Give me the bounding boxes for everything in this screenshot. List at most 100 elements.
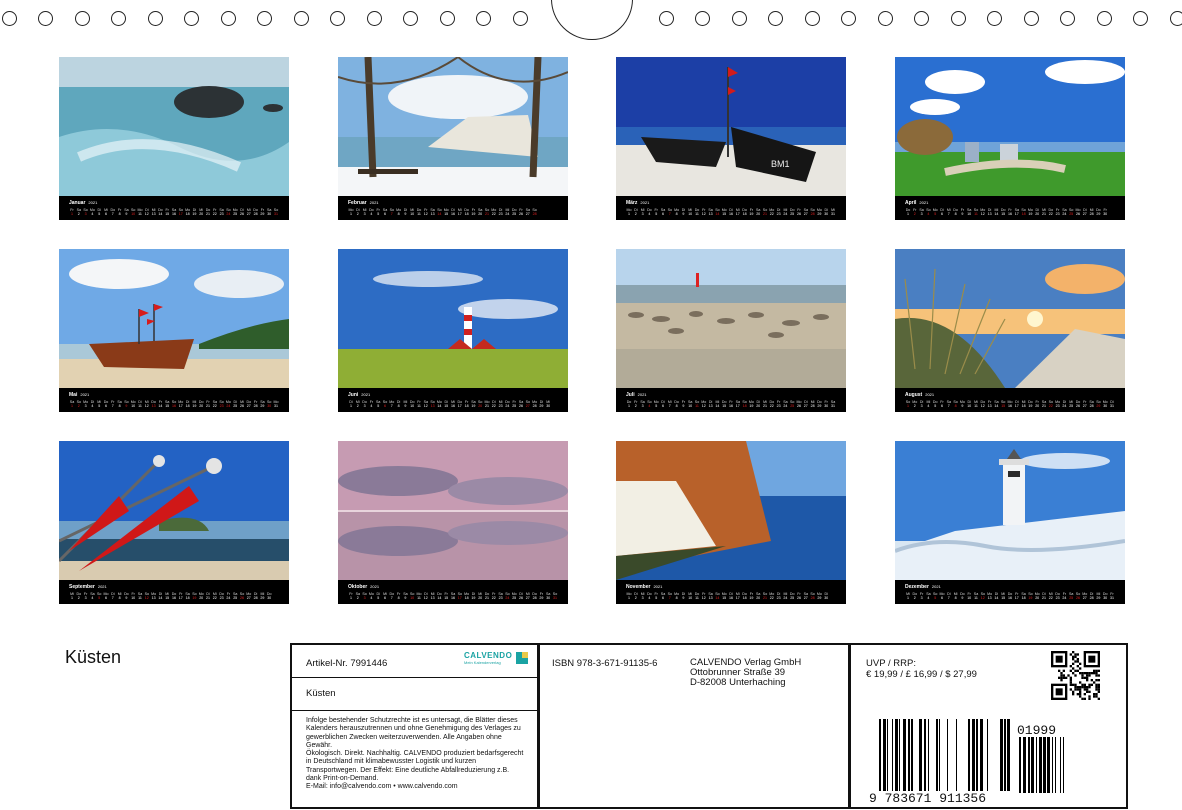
calendar-day: Mi 24 <box>783 208 788 216</box>
calendar-day: Mi 3 <box>640 592 645 600</box>
month-calendar: Juli 2021 Do 1 Fr 2 Sa 3 So 4 Mo 5 Di 6 Mi 7 Do 8 Fr 9 Sa 10 S… <box>616 388 846 412</box>
calendar-day: So 7 <box>667 208 672 216</box>
calendar-day: So 10 <box>130 208 136 216</box>
calendar-day: Mo 15 <box>721 208 727 216</box>
calendar-day: Di 16 <box>729 208 733 216</box>
calendar-day: Do 19 <box>1028 400 1033 408</box>
month-photo: BM1 <box>616 57 846 196</box>
calendar-day: Mi 24 <box>783 592 788 600</box>
calendar-day: Mi 1 <box>906 592 910 600</box>
month-calendar: Juni 2021 Di 1 Mi 2 Do 3 Fr 4 Sa 5 So 6 Mo 7 Di 8 Mi 9 Do 10 F… <box>338 388 568 412</box>
day-strip: Mo 1 Di 2 Mi 3 Do 4 Fr 5 Sa 6 So 7 Mo 8 Di 9 Mi 10 Do 11 Fr 12 S… <box>626 592 838 601</box>
calendar-day: Do 11 <box>694 208 700 216</box>
day-strip: Mi 1 Do 2 Fr 3 Sa 4 So 5 Mo 6 Di 7 Mi 8 Do 9 Fr 10 Sa 11 So 12 M… <box>69 592 281 601</box>
calendar-day: Di 30 <box>824 208 829 216</box>
westerhever-lighthouse-icon <box>338 249 568 388</box>
legal-line: gewerblichen Zwecken weiterzuverwenden. … <box>306 733 502 741</box>
binding-ring <box>330 11 345 26</box>
calendar-day: Di 31 <box>1110 400 1114 408</box>
month-page-april: April 2021 Do 1 Fr 2 Sa 3 So 4 Mo 5 Di 6 Mi 7 Do 8 Fr 9 Sa 10… <box>895 57 1125 220</box>
calendar-day: Fr 12 <box>701 592 706 600</box>
binding-ring <box>1133 11 1148 26</box>
month-page-januar: Januar 2021 Fr 1 Sa 2 So 3 Mo 4 Di 5 Mi 6 Do 7 Fr 8 Sa 9 So 1… <box>59 57 289 220</box>
binding-ring <box>75 11 90 26</box>
calendar-day: Mi 3 <box>640 208 645 216</box>
calendar-day: Fr 11 <box>417 400 421 408</box>
calendar-day: Sa 17 <box>1014 208 1019 216</box>
binding-ring <box>476 11 491 26</box>
calendar-day: Fr 5 <box>654 592 658 600</box>
price-value: € 19,99 / £ 16,99 / $ 27,99 <box>866 669 977 680</box>
calendar-day: Sa 17 <box>735 400 740 408</box>
day-strip: Di 1 Mi 2 Do 3 Fr 4 Sa 5 So 6 Mo 7 Di 8 Mi 9 Do 10 Fr 11 Sa 12 S… <box>348 400 560 409</box>
calendar-day: Fr 27 <box>1082 400 1087 408</box>
calendar-day: Sa 30 <box>545 592 551 600</box>
calendar-day: Di 20 <box>1035 208 1040 216</box>
month-page-november: November 2021 Mo 1 Di 2 Mi 3 Do 4 Fr 5 Sa 6 So 7 Mo 8 Di 9 M… <box>616 441 846 604</box>
month-page-dezember: Dezember 2021 Mi 1 Do 2 Fr 3 Sa 4 So 5 Mo 6 Di 7 Mi 8 Do 9 F… <box>895 441 1125 604</box>
day-strip: Do 1 Fr 2 Sa 3 So 4 Mo 5 Di 6 Mi 7 Do 8 Fr 9 Sa 10 So 11 Mo 12 D… <box>905 208 1117 217</box>
day-strip: Fr 1 Sa 2 So 3 Mo 4 Di 5 Mi 6 Do 7 Fr 8 Sa 9 So 10 Mo 11 Di 12 M… <box>69 208 281 217</box>
calendar-day: Mo 9 <box>959 400 965 408</box>
calendar-day: Mi 24 <box>505 208 510 216</box>
barcode-number: 9 783671 911356 <box>869 791 987 806</box>
calendar-day: Fr 3 <box>919 592 924 600</box>
calendar-day: Mi 8 <box>117 592 122 600</box>
calendar-day: Do 7 <box>110 208 116 216</box>
calendar-day: Fr 9 <box>960 208 965 216</box>
calendar-day: So 28 <box>532 208 537 216</box>
calendar-day: Mi 15 <box>165 592 170 600</box>
calendar-day: So 9 <box>124 400 129 408</box>
calendar-day: Do 14 <box>437 592 442 600</box>
calendar-day: Mo 27 <box>1082 592 1088 600</box>
calendar-day: So 11 <box>973 208 979 216</box>
calendar-day: Mi 19 <box>192 400 197 408</box>
calendar-day: So 2 <box>76 400 81 408</box>
calendar-day: Mo 16 <box>1007 400 1013 408</box>
calendar-day: Fr 24 <box>226 592 231 600</box>
calendar-day: Fr 25 <box>512 400 517 408</box>
calendar-day: Mi 1 <box>70 592 74 600</box>
calendar-day: Di 12 <box>423 592 428 600</box>
binding-ring <box>440 11 455 26</box>
calendar-day: Sa 13 <box>708 592 713 600</box>
addon-barcode <box>1019 737 1075 798</box>
day-strip: Fr 1 Sa 2 So 3 Mo 4 Di 5 Mi 6 Do 7 Fr 8 Sa 9 So 10 Mo 11 Di 12 M… <box>348 592 560 601</box>
month-calendar: Februar 2021 Mo 1 Di 2 Mi 3 Do 4 Fr 5 Sa 6 So 7 Mo 8 Di 9 Mi… <box>338 196 568 220</box>
legal-line: in Deutschland mit klimabewusster Logist… <box>306 758 477 766</box>
calendar-day: Sa 15 <box>164 400 170 408</box>
binding-ring <box>1170 11 1182 26</box>
binding-ring <box>659 11 674 26</box>
calendar-day: Mi 13 <box>430 592 435 600</box>
calendar-day: Do 24 <box>505 400 510 408</box>
calendar-day: Fr 15 <box>444 592 449 600</box>
calendar-day: Sa 30 <box>266 208 272 216</box>
calendar-day: Di 6 <box>940 208 944 216</box>
calendar-day: Do 15 <box>721 400 727 408</box>
calendar-day: Fr 12 <box>423 208 428 216</box>
calendar-day: Sa 28 <box>1089 400 1094 408</box>
calendar-day: Do 16 <box>171 592 177 600</box>
calendar-day: Mi 10 <box>410 208 415 216</box>
calendar-day: Do 21 <box>484 592 490 600</box>
isbn-box: ISBN 978-3-671-91135-6 CALVENDO Verlag G… <box>538 643 850 809</box>
month-calendar: September 2021 Mi 1 Do 2 Fr 3 Sa 4 So 5 Mo 6 Di 7 Mi 8 Do 9… <box>59 580 289 604</box>
calendar-day: Di 7 <box>111 592 115 600</box>
calendar-day: Mi 16 <box>451 400 455 408</box>
calendar-day: So 4 <box>647 400 652 408</box>
calendar-day: Mo 28 <box>532 400 538 408</box>
calendar-day: Do 25 <box>789 592 795 600</box>
month-calendar: Oktober 2021 Fr 1 Sa 2 So 3 Mo 4 Di 5 Mi 6 Do 7 Fr 8 Sa 9 So… <box>338 580 568 604</box>
calendar-day: Do 20 <box>198 400 204 408</box>
binding-ring <box>1097 11 1112 26</box>
calendar-day: Mi 6 <box>383 592 387 600</box>
calendar-day: Fr 5 <box>376 208 380 216</box>
calendar-day: So 28 <box>810 208 815 216</box>
article-title: Küsten <box>306 688 336 699</box>
calendar-day: Sa 18 <box>1021 592 1026 600</box>
month-page-august: August 2021 So 1 Mo 2 Di 3 Mi 4 Do 5 Fr 6 Sa 7 So 8 Mo 9 Di 1… <box>895 249 1125 412</box>
calendar-day: So 3 <box>83 208 88 216</box>
calendar-day: Fr 16 <box>729 400 733 408</box>
calendar-day: So 12 <box>144 592 149 600</box>
month-photo <box>895 57 1125 196</box>
